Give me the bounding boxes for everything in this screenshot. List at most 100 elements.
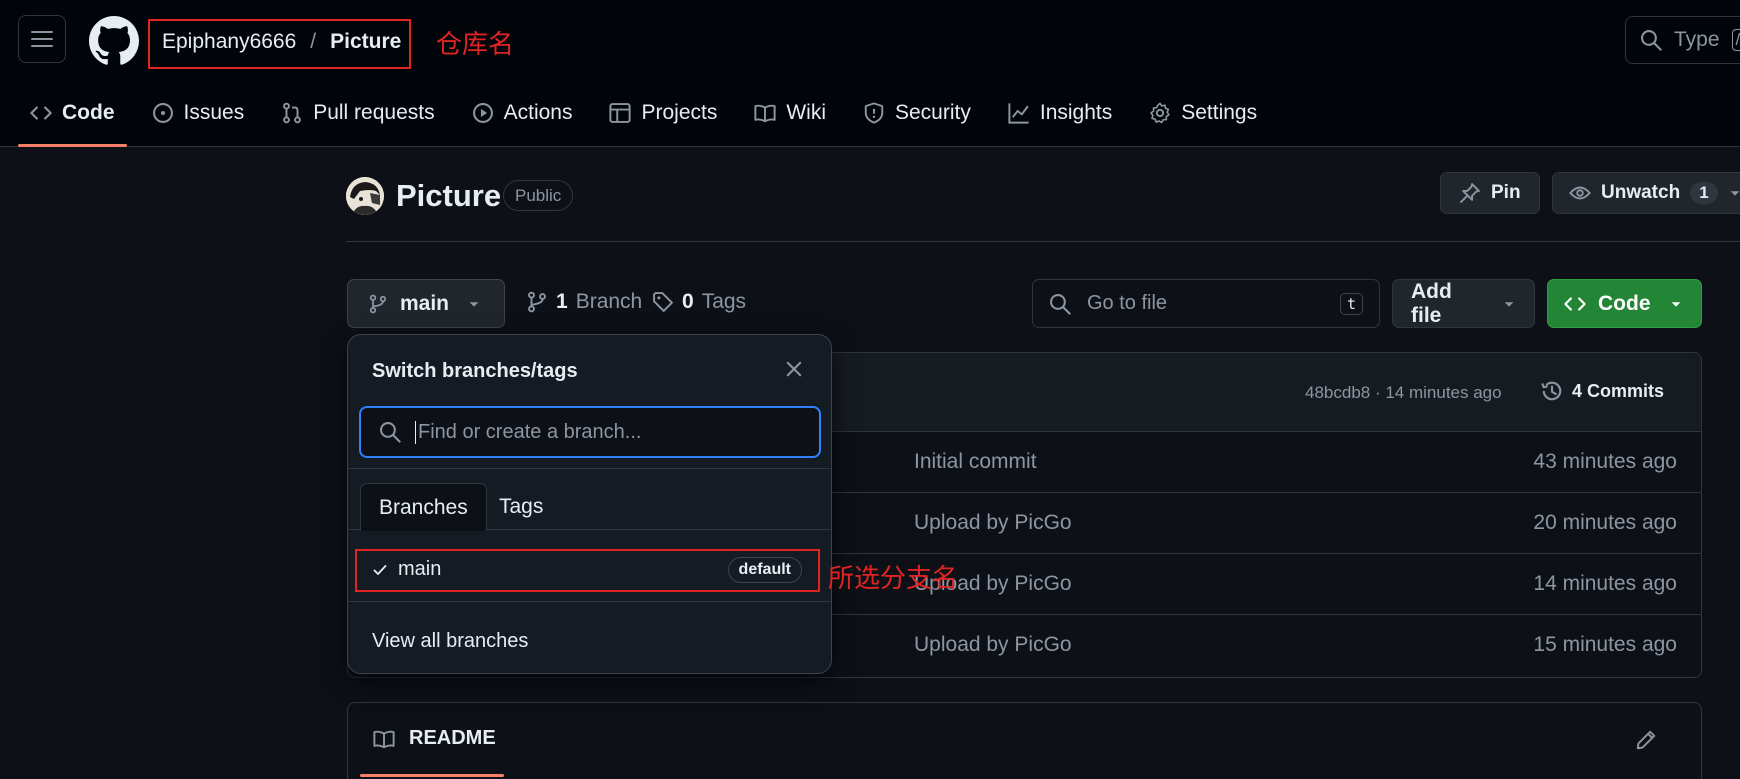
book-icon <box>372 728 396 750</box>
tab-pull-requests[interactable]: Pull requests <box>269 90 446 135</box>
readme-label: README <box>409 727 496 749</box>
go-to-file-shortcut: t <box>1339 292 1363 315</box>
search-shortcut: / <box>1731 29 1740 51</box>
tab-branches[interactable]: Branches <box>360 483 487 531</box>
tag-count-label: Tags <box>701 290 747 313</box>
add-file-label: Add file <box>1411 279 1452 327</box>
pencil-icon[interactable] <box>1635 729 1657 751</box>
annotation-box-branch <box>355 549 820 592</box>
go-to-file-placeholder: Go to file <box>1087 292 1168 314</box>
branches-link[interactable]: 1 Branch <box>526 290 642 314</box>
visibility-badge: Public <box>503 180 574 211</box>
readme-tab-underline <box>360 774 504 777</box>
tab-projects[interactable]: Projects <box>597 90 729 135</box>
dropdown-tabs: Branches Tags <box>348 468 831 531</box>
add-file-button[interactable]: Add file <box>1392 279 1535 328</box>
git-branch-icon <box>526 291 548 313</box>
search-icon <box>1640 29 1662 51</box>
annotation-label-branch: 所选分支名 <box>828 564 959 594</box>
play-icon <box>472 102 494 124</box>
github-logo-icon[interactable] <box>89 16 139 66</box>
readme-panel: README <box>347 702 1702 779</box>
pin-label: Pin <box>1491 182 1521 203</box>
tab-label: Pull requests <box>313 100 435 124</box>
tab-settings[interactable]: Settings <box>1137 90 1269 135</box>
branch-search-field[interactable] <box>359 406 821 458</box>
current-branch-label: main <box>400 291 450 315</box>
latest-commit-meta[interactable]: 48bcdb8 · 14 minutes ago <box>1305 383 1502 403</box>
issue-icon <box>152 102 174 124</box>
graph-icon <box>1008 102 1030 124</box>
tab-label: Actions <box>503 100 573 124</box>
tab-issues[interactable]: Issues <box>140 90 257 135</box>
annotation-box-repo <box>148 19 411 69</box>
branch-switcher-dropdown: Switch branches/tags Branches Tags main … <box>347 334 832 674</box>
go-to-file-input[interactable]: Go to file t <box>1032 279 1380 328</box>
tag-icon <box>652 291 674 313</box>
tag-count: 0 <box>682 290 694 313</box>
pull-request-icon <box>281 102 303 124</box>
eye-icon <box>1569 182 1591 204</box>
tab-wiki[interactable]: Wiki <box>742 90 838 135</box>
git-branch-icon <box>368 294 388 314</box>
commit-message[interactable]: Upload by PicGo <box>914 633 1072 657</box>
book-icon <box>754 102 776 124</box>
repo-nav: Code Issues Pull requests Actions Projec… <box>18 90 1282 147</box>
view-all-branches-link[interactable]: View all branches <box>372 630 528 653</box>
hamburger-icon <box>31 30 53 48</box>
branch-select-button[interactable]: main <box>347 279 505 328</box>
dropdown-title: Switch branches/tags <box>372 360 578 382</box>
tab-label: Issues <box>183 100 245 124</box>
unwatch-button[interactable]: Unwatch 1 <box>1552 172 1740 214</box>
commits-link[interactable]: 4 Commits <box>1540 379 1664 403</box>
branch-count-label: Branch <box>575 290 643 313</box>
pin-icon <box>1459 182 1481 204</box>
tab-label: Code <box>62 100 115 124</box>
gear-icon <box>1149 102 1171 124</box>
chevron-down-icon <box>1728 186 1740 200</box>
menu-button[interactable] <box>18 15 66 63</box>
chevron-down-icon <box>1669 297 1683 311</box>
search-icon <box>1049 293 1071 315</box>
pin-button[interactable]: Pin <box>1440 172 1540 214</box>
branch-search-input[interactable] <box>415 420 795 444</box>
tab-code[interactable]: Code <box>18 90 127 147</box>
search-icon <box>379 421 401 443</box>
commits-label: 4 Commits <box>1572 380 1665 401</box>
tab-label: Wiki <box>786 100 826 124</box>
tab-insights[interactable]: Insights <box>996 90 1124 135</box>
code-icon <box>1564 293 1586 315</box>
commit-message[interactable]: Initial commit <box>914 450 1037 474</box>
tags-link[interactable]: 0 Tags <box>652 290 746 314</box>
code-icon <box>30 102 52 124</box>
repo-title[interactable]: Picture <box>396 178 501 214</box>
global-search-placeholder: Type <box>1674 28 1720 51</box>
dropdown-divider <box>348 601 831 602</box>
commit-time: 14 minutes ago <box>1533 572 1677 595</box>
readme-tab[interactable]: README <box>372 727 496 750</box>
tab-label: Settings <box>1181 100 1258 124</box>
tab-tags[interactable]: Tags <box>481 483 561 531</box>
branch-count: 1 <box>556 290 568 313</box>
shield-icon <box>863 101 885 124</box>
global-search[interactable]: Type / <box>1625 16 1740 64</box>
commit-time: 15 minutes ago <box>1533 633 1677 656</box>
history-icon <box>1540 379 1564 403</box>
commit-time: 43 minutes ago <box>1533 450 1677 473</box>
code-button[interactable]: Code <box>1547 279 1702 328</box>
close-icon[interactable] <box>784 359 804 379</box>
tab-label: Projects <box>641 100 718 124</box>
code-button-label: Code <box>1598 291 1651 315</box>
tab-label: Insights <box>1039 100 1113 124</box>
tab-security[interactable]: Security <box>851 90 983 135</box>
annotation-label-repo: 仓库名 <box>436 30 515 60</box>
commit-time: 20 minutes ago <box>1533 511 1677 534</box>
owner-avatar[interactable] <box>346 177 384 215</box>
watch-label: Unwatch <box>1601 182 1681 203</box>
chevron-down-icon <box>467 297 481 311</box>
tab-actions[interactable]: Actions <box>460 90 585 135</box>
tab-label: Security <box>895 100 971 124</box>
watch-count: 1 <box>1690 182 1718 204</box>
commit-message[interactable]: Upload by PicGo <box>914 511 1072 535</box>
title-divider <box>346 241 1740 242</box>
